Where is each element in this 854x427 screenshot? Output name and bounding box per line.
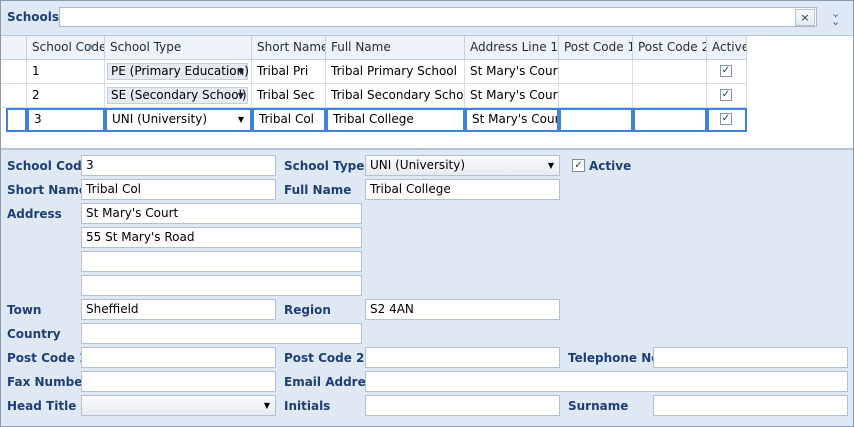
cell-full-name[interactable]: Tribal College <box>326 108 465 132</box>
dropdown-arrow-icon: ▼ <box>237 91 244 100</box>
school-type-dropdown[interactable]: PE (Primary Education) ▼ <box>107 63 249 80</box>
row-indicator[interactable] <box>6 108 27 132</box>
post-code-2-label: Post Code 2 <box>284 351 365 365</box>
dropdown-arrow-icon: ▼ <box>237 67 244 76</box>
column-header-active[interactable]: Active <box>707 36 747 60</box>
close-icon: × <box>800 11 810 24</box>
active-checkbox[interactable]: ✓ <box>572 159 585 172</box>
school-code-label: School Code <box>7 159 90 173</box>
cell-school-type[interactable]: UNI (University) ▼ <box>105 108 252 132</box>
address-label: Address <box>7 207 62 221</box>
town-label: Town <box>7 303 42 317</box>
search-input[interactable] <box>59 7 817 27</box>
cell-school-type[interactable]: PE (Primary Education) ▼ <box>105 60 252 84</box>
post-code-1-field[interactable] <box>81 347 276 368</box>
row-indicator[interactable] <box>1 84 27 108</box>
schools-grid: School Code ▲ School Type Short Name Full… <box>1 36 853 150</box>
short-name-label: Short Name <box>7 183 88 197</box>
schools-window: Schools × ⌄ ⌄ School Code ▲ School Type Sh… <box>0 0 854 427</box>
active-checkbox[interactable]: ✓ <box>720 89 732 101</box>
address-line-4-field[interactable] <box>81 275 362 296</box>
surname-label: Surname <box>568 399 629 413</box>
cell-full-name[interactable]: Tribal Secondary School <box>326 84 465 108</box>
table-row[interactable]: 1 PE (Primary Education) ▼ Tribal Pri Tri… <box>1 60 747 84</box>
school-detail-form: School Code 3 School Type UNI (Universit… <box>1 150 853 426</box>
page-title: Schools <box>7 10 60 24</box>
active-label: Active <box>589 159 632 173</box>
cell-post-code-1[interactable] <box>559 60 633 84</box>
school-type-select[interactable]: UNI (University) ▼ <box>365 155 560 176</box>
row-indicator-header <box>1 36 27 60</box>
fax-field[interactable] <box>81 371 276 392</box>
full-name-field[interactable]: Tribal College <box>365 179 560 200</box>
grid-header-row: School Code ▲ School Type Short Name Full… <box>1 36 747 60</box>
country-field[interactable] <box>81 323 362 344</box>
active-checkbox[interactable]: ✓ <box>720 113 732 125</box>
cell-post-code-2[interactable] <box>633 108 707 132</box>
active-checkbox[interactable]: ✓ <box>720 65 732 77</box>
dropdown-arrow-icon: ▼ <box>263 401 270 410</box>
table-row-selected[interactable]: 3 UNI (University) ▼ Tribal Col Tribal Co… <box>1 108 747 132</box>
telephone-field[interactable] <box>653 347 848 368</box>
initials-label: Initials <box>284 399 331 413</box>
short-name-field[interactable]: Tribal Col <box>81 179 276 200</box>
region-field[interactable]: S2 4AN <box>365 299 560 320</box>
cell-short-name[interactable]: Tribal Col <box>252 108 326 132</box>
cell-school-code[interactable]: 2 <box>27 84 105 108</box>
fax-label: Fax Number <box>7 375 89 389</box>
cell-active[interactable]: ✓ <box>707 84 747 108</box>
post-code-1-label: Post Code 1 <box>7 351 88 365</box>
cell-post-code-2[interactable] <box>633 60 707 84</box>
address-line-1-field[interactable]: St Mary's Court <box>81 203 362 224</box>
post-code-2-field[interactable] <box>365 347 560 368</box>
cell-school-code[interactable]: 3 <box>27 108 105 132</box>
title-bar: Schools × ⌄ ⌄ <box>1 1 853 36</box>
column-header-post-code-1[interactable]: Post Code 1 <box>559 36 633 60</box>
address-line-3-field[interactable] <box>81 251 362 272</box>
school-type-label: School Type <box>284 159 365 173</box>
cell-post-code-2[interactable] <box>633 84 707 108</box>
full-name-label: Full Name <box>284 183 352 197</box>
dropdown-arrow-icon: ▼ <box>237 115 244 124</box>
surname-field[interactable] <box>653 395 848 416</box>
cell-school-code[interactable]: 1 <box>27 60 105 84</box>
cell-short-name[interactable]: Tribal Sec <box>252 84 326 108</box>
initials-field[interactable] <box>365 395 560 416</box>
table-row[interactable]: 2 SE (Secondary School) ▼ Tribal Sec Trib… <box>1 84 747 108</box>
cell-address-line-1[interactable]: St Mary's Court <box>465 84 559 108</box>
row-indicator[interactable] <box>1 60 27 84</box>
column-header-school-code[interactable]: School Code ▲ <box>27 36 105 60</box>
cell-school-type[interactable]: SE (Secondary School) ▼ <box>105 84 252 108</box>
clear-search-button[interactable]: × <box>795 9 815 26</box>
country-label: Country <box>7 327 61 341</box>
town-field[interactable]: Sheffield <box>81 299 276 320</box>
dropdown-arrow-icon: ▼ <box>547 161 554 170</box>
email-field[interactable] <box>365 371 848 392</box>
column-header-full-name[interactable]: Full Name <box>326 36 465 60</box>
column-header-school-type[interactable]: School Type <box>105 36 252 60</box>
cell-full-name[interactable]: Tribal Primary School <box>326 60 465 84</box>
cell-short-name[interactable]: Tribal Pri <box>252 60 326 84</box>
cell-post-code-1[interactable] <box>559 84 633 108</box>
region-label: Region <box>284 303 331 317</box>
school-code-field[interactable]: 3 <box>81 155 276 176</box>
column-header-post-code-2[interactable]: Post Code 2 <box>633 36 707 60</box>
collapse-icon[interactable]: ⌄ ⌄ <box>831 8 840 27</box>
head-title-select[interactable]: ▼ <box>81 395 276 416</box>
cell-address-line-1[interactable]: St Mary's Court <box>465 60 559 84</box>
column-header-short-name[interactable]: Short Name <box>252 36 326 60</box>
head-title-label: Head Title <box>7 399 77 413</box>
cell-active[interactable]: ✓ <box>707 108 747 132</box>
cell-post-code-1[interactable] <box>559 108 633 132</box>
school-type-dropdown[interactable]: SE (Secondary School) ▼ <box>107 87 248 104</box>
cell-address-line-1[interactable]: St Mary's Court <box>465 108 559 132</box>
cell-active[interactable]: ✓ <box>707 60 747 84</box>
telephone-label: Telephone No. <box>568 351 665 365</box>
column-header-address-line-1[interactable]: Address Line 1 <box>465 36 559 60</box>
sort-ascending-icon: ▲ <box>88 42 94 50</box>
address-line-2-field[interactable]: 55 St Mary's Road <box>81 227 362 248</box>
